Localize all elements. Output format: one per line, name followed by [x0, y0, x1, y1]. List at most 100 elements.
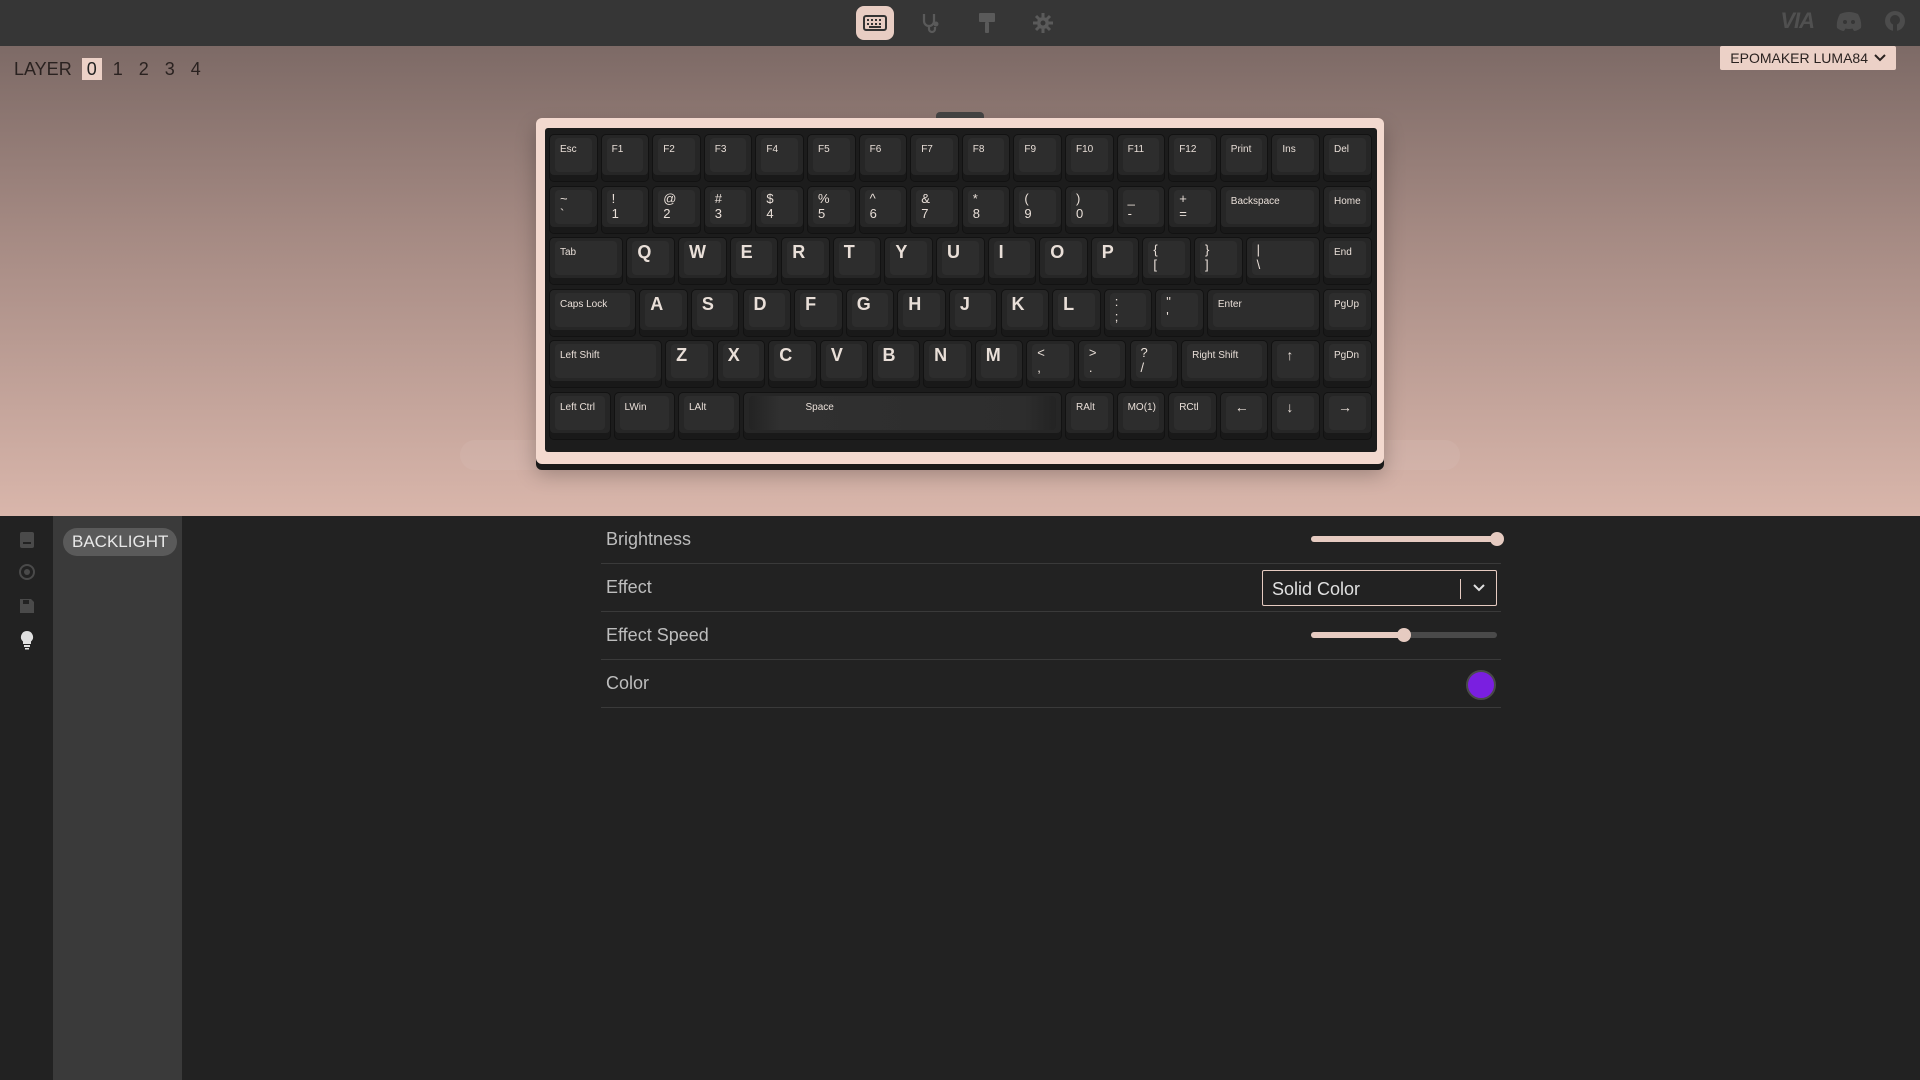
- key-f7[interactable]: F7: [910, 134, 959, 182]
- key-r4k12[interactable]: ↑: [1271, 340, 1320, 389]
- key-s[interactable]: S: [690, 288, 740, 337]
- save-icon[interactable]: [17, 596, 37, 616]
- key-enter[interactable]: Enter: [1206, 288, 1320, 337]
- key-k[interactable]: K: [1000, 288, 1050, 337]
- key-v[interactable]: V: [819, 340, 869, 389]
- key-d[interactable]: D: [742, 288, 792, 337]
- key-backspace[interactable]: Backspace: [1219, 185, 1320, 234]
- key-7[interactable]: & 7: [910, 185, 959, 234]
- nav-settings-button[interactable]: [1024, 6, 1062, 40]
- key-r5k8[interactable]: ↓: [1271, 392, 1320, 440]
- key-f[interactable]: F: [794, 288, 843, 337]
- key-6[interactable]: ^ 6: [858, 185, 908, 234]
- key-f8[interactable]: F8: [961, 134, 1011, 182]
- layer-button-3[interactable]: 3: [160, 58, 180, 80]
- key-tab[interactable]: Tab: [549, 237, 624, 286]
- key-j[interactable]: J: [948, 288, 998, 337]
- key-r5k9[interactable]: →: [1323, 392, 1372, 440]
- key-e[interactable]: E: [729, 237, 779, 286]
- key-i[interactable]: I: [987, 237, 1037, 286]
- key-ralt[interactable]: RAlt: [1065, 392, 1114, 440]
- key-8[interactable]: * 8: [961, 185, 1011, 234]
- key-r4k10[interactable]: ? /: [1129, 340, 1179, 389]
- key-r1k12[interactable]: + =: [1168, 185, 1217, 234]
- key-g[interactable]: G: [845, 288, 895, 337]
- key-pgdn[interactable]: PgDn: [1323, 340, 1372, 389]
- key-r3k10[interactable]: : ;: [1103, 288, 1153, 337]
- color-swatch[interactable]: [1466, 670, 1496, 700]
- key-end[interactable]: End: [1323, 237, 1372, 286]
- key-f4[interactable]: F4: [755, 134, 804, 182]
- key-rctl[interactable]: RCtl: [1168, 392, 1217, 440]
- key-y[interactable]: Y: [884, 237, 933, 286]
- layer-button-0[interactable]: 0: [81, 58, 102, 80]
- effect-select[interactable]: Solid Color: [1262, 570, 1497, 606]
- key-space[interactable]: Space: [742, 392, 1062, 440]
- keymap-icon[interactable]: [17, 530, 37, 550]
- key-c[interactable]: C: [768, 340, 817, 389]
- key-9[interactable]: ( 9: [1013, 185, 1062, 234]
- key-u[interactable]: U: [936, 237, 985, 286]
- key-q[interactable]: Q: [626, 237, 675, 286]
- key-r1k0[interactable]: ~ `: [549, 185, 598, 234]
- key-l[interactable]: L: [1052, 288, 1101, 337]
- slider-thumb[interactable]: [1490, 532, 1504, 546]
- key-lwin[interactable]: LWin: [613, 392, 675, 440]
- key-4[interactable]: $ 4: [755, 185, 804, 234]
- key-capslock[interactable]: Caps Lock: [549, 288, 637, 337]
- key-f12[interactable]: F12: [1168, 134, 1217, 182]
- lightbulb-icon[interactable]: [17, 630, 37, 650]
- key-print[interactable]: Print: [1219, 134, 1269, 182]
- github-icon[interactable]: [1884, 10, 1906, 32]
- key-r[interactable]: R: [781, 237, 830, 286]
- key-p[interactable]: P: [1090, 237, 1140, 286]
- effect-speed-slider[interactable]: [1311, 628, 1497, 642]
- key-del[interactable]: Del: [1323, 134, 1372, 182]
- key-x[interactable]: X: [716, 340, 766, 389]
- key-r3k11[interactable]: " ': [1155, 288, 1204, 337]
- key-f1[interactable]: F1: [600, 134, 650, 182]
- key-o[interactable]: O: [1039, 237, 1088, 286]
- nav-test-button[interactable]: [912, 6, 950, 40]
- key-3[interactable]: # 3: [703, 185, 753, 234]
- key-h[interactable]: H: [897, 288, 946, 337]
- brightness-slider[interactable]: [1311, 532, 1504, 546]
- key-b[interactable]: B: [871, 340, 921, 389]
- key-f3[interactable]: F3: [703, 134, 753, 182]
- key-r2k11[interactable]: { [: [1142, 237, 1191, 286]
- key-f2[interactable]: F2: [652, 134, 701, 182]
- nav-design-button[interactable]: [968, 6, 1006, 40]
- key-esc[interactable]: Esc: [549, 134, 598, 182]
- key-a[interactable]: A: [639, 288, 688, 337]
- key-t[interactable]: T: [832, 237, 882, 286]
- device-selector[interactable]: EPOMAKER LUMA84: [1720, 46, 1896, 70]
- layer-button-1[interactable]: 1: [108, 58, 128, 80]
- key-w[interactable]: W: [678, 237, 727, 286]
- key-lalt[interactable]: LAlt: [678, 392, 740, 440]
- key-rightshift[interactable]: Right Shift: [1181, 340, 1269, 389]
- key-r5k7[interactable]: ←: [1219, 392, 1269, 440]
- key-r2k12[interactable]: } ]: [1194, 237, 1243, 286]
- key-2[interactable]: @ 2: [652, 185, 701, 234]
- key-f6[interactable]: F6: [858, 134, 908, 182]
- key-r4k8[interactable]: < ,: [1026, 340, 1075, 389]
- discord-icon[interactable]: [1836, 11, 1862, 31]
- key-f5[interactable]: F5: [807, 134, 856, 182]
- key-home[interactable]: Home: [1323, 185, 1372, 234]
- key-m[interactable]: M: [974, 340, 1024, 389]
- key-r1k11[interactable]: _ -: [1116, 185, 1166, 234]
- layer-button-2[interactable]: 2: [134, 58, 154, 80]
- slider-thumb[interactable]: [1397, 628, 1411, 642]
- via-logo[interactable]: VIA: [1780, 8, 1815, 34]
- key-r4k9[interactable]: > .: [1077, 340, 1127, 389]
- key-f11[interactable]: F11: [1116, 134, 1166, 182]
- key-f9[interactable]: F9: [1013, 134, 1062, 182]
- key-1[interactable]: ! 1: [600, 185, 650, 234]
- key-0[interactable]: ) 0: [1065, 185, 1114, 234]
- key-pgup[interactable]: PgUp: [1323, 288, 1372, 337]
- menu-item-backlight[interactable]: BACKLIGHT: [63, 528, 178, 556]
- macro-icon[interactable]: [17, 562, 37, 582]
- key-f10[interactable]: F10: [1065, 134, 1114, 182]
- key-leftshift[interactable]: Left Shift: [549, 340, 663, 389]
- nav-configure-button[interactable]: [856, 6, 894, 40]
